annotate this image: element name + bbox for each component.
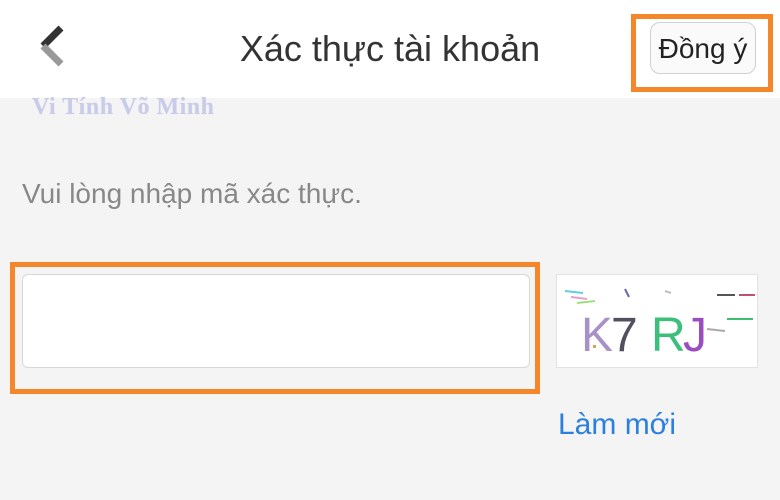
verification-prompt: Vui lòng nhập mã xác thực. bbox=[22, 178, 362, 209]
header-bar: Xác thực tài khoản Đồng ý bbox=[0, 0, 780, 98]
captcha-image[interactable]: K 7 R J bbox=[556, 274, 758, 368]
captcha-char: 7 bbox=[611, 309, 638, 362]
back-button[interactable] bbox=[28, 22, 78, 72]
captcha-graphic: K 7 R J bbox=[564, 288, 755, 362]
watermark: Vi Tính Võ Minh bbox=[32, 94, 215, 120]
confirm-button[interactable]: Đồng ý bbox=[650, 22, 756, 74]
captcha-char: R bbox=[651, 309, 686, 362]
refresh-captcha-link[interactable]: Làm mới bbox=[558, 408, 676, 442]
captcha-char: J bbox=[683, 309, 707, 362]
chevron-left-icon bbox=[40, 25, 64, 67]
captcha-char: K bbox=[581, 309, 613, 362]
verification-code-input[interactable] bbox=[22, 274, 530, 368]
